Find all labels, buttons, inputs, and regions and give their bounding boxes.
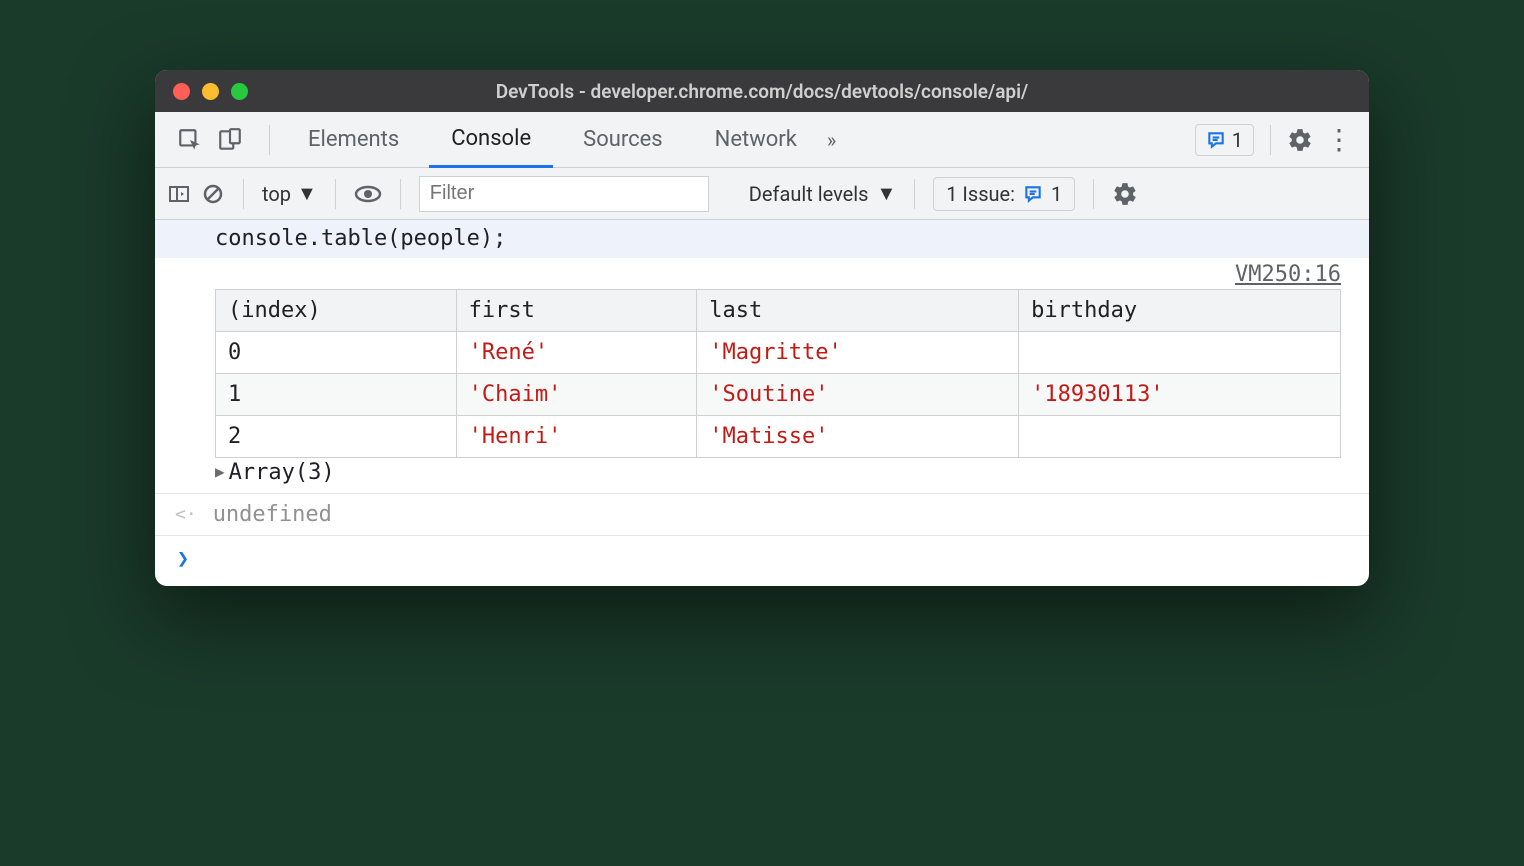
col-birthday[interactable]: birthday bbox=[1019, 290, 1341, 332]
col-first[interactable]: first bbox=[456, 290, 697, 332]
clear-console-icon[interactable] bbox=[201, 182, 225, 206]
log-levels-select[interactable]: Default levels ▼ bbox=[749, 181, 896, 206]
cell-last: 'Matisse' bbox=[697, 416, 1019, 458]
filter-input[interactable] bbox=[419, 176, 709, 212]
context-label: top bbox=[262, 182, 291, 206]
issue-label: 1 Issue: bbox=[946, 182, 1015, 206]
titlebar: DevTools - developer.chrome.com/docs/dev… bbox=[155, 70, 1369, 112]
toggle-sidebar-icon[interactable] bbox=[167, 182, 191, 206]
issue-count: 1 bbox=[1051, 182, 1062, 206]
kebab-menu-icon[interactable]: ⋮ bbox=[1321, 123, 1357, 156]
cell-index: 2 bbox=[216, 416, 457, 458]
source-link[interactable]: VM250:16 bbox=[155, 258, 1369, 287]
tab-network[interactable]: Network bbox=[693, 112, 819, 168]
col-last[interactable]: last bbox=[697, 290, 1019, 332]
array-label: Array(3) bbox=[229, 460, 335, 485]
inspect-element-icon[interactable] bbox=[177, 127, 203, 153]
expand-array[interactable]: ▶Array(3) bbox=[155, 458, 1369, 494]
cell-last: 'Magritte' bbox=[697, 332, 1019, 374]
cell-birthday: '18930113' bbox=[1019, 374, 1341, 416]
traffic-lights bbox=[173, 83, 248, 100]
settings-icon[interactable] bbox=[1287, 127, 1313, 153]
separator bbox=[400, 179, 401, 209]
console-prompt[interactable]: ❯ bbox=[155, 536, 1369, 586]
console-settings-icon[interactable] bbox=[1112, 181, 1138, 207]
separator bbox=[243, 179, 244, 209]
zoom-window-button[interactable] bbox=[231, 83, 248, 100]
chevron-down-icon: ▼ bbox=[876, 181, 896, 206]
more-tabs-icon[interactable]: » bbox=[827, 128, 836, 152]
tab-elements[interactable]: Elements bbox=[286, 112, 421, 168]
devtools-window: DevTools - developer.chrome.com/docs/dev… bbox=[155, 70, 1369, 586]
cell-last: 'Soutine' bbox=[697, 374, 1019, 416]
separator bbox=[269, 125, 270, 155]
messages-count: 1 bbox=[1232, 128, 1243, 152]
levels-label: Default levels bbox=[749, 182, 869, 206]
return-line: <· undefined bbox=[155, 494, 1369, 536]
table-row[interactable]: 1 'Chaim' 'Soutine' '18930113' bbox=[216, 374, 1341, 416]
close-window-button[interactable] bbox=[173, 83, 190, 100]
separator bbox=[1093, 179, 1094, 209]
separator bbox=[914, 179, 915, 209]
issues-pill[interactable]: 1 Issue: 1 bbox=[933, 177, 1075, 211]
toggle-device-icon[interactable] bbox=[217, 127, 243, 153]
console-filterbar: top ▼ Default levels ▼ 1 Issue: 1 bbox=[155, 168, 1369, 220]
tab-console[interactable]: Console bbox=[429, 112, 553, 168]
context-select[interactable]: top ▼ bbox=[262, 181, 317, 206]
window-title: DevTools - developer.chrome.com/docs/dev… bbox=[155, 80, 1369, 103]
return-value: undefined bbox=[213, 502, 332, 527]
table-row[interactable]: 2 'Henri' 'Matisse' bbox=[216, 416, 1341, 458]
console-body: console.table(people); VM250:16 (index) … bbox=[155, 220, 1369, 586]
code-input-line: console.table(people); bbox=[155, 220, 1369, 258]
cell-birthday bbox=[1019, 332, 1341, 374]
tab-sources[interactable]: Sources bbox=[561, 112, 685, 168]
cell-first: 'Chaim' bbox=[456, 374, 697, 416]
messages-badge[interactable]: 1 bbox=[1195, 124, 1254, 156]
cell-birthday bbox=[1019, 416, 1341, 458]
main-tabbar: Elements Console Sources Network » 1 ⋮ bbox=[155, 112, 1369, 168]
separator bbox=[1270, 125, 1271, 155]
cell-index: 0 bbox=[216, 332, 457, 374]
triangle-right-icon: ▶ bbox=[215, 462, 225, 481]
cell-first: 'Henri' bbox=[456, 416, 697, 458]
chevron-down-icon: ▼ bbox=[297, 181, 317, 206]
minimize-window-button[interactable] bbox=[202, 83, 219, 100]
return-arrow-icon: <· bbox=[175, 504, 197, 525]
table-row[interactable]: 0 'René' 'Magritte' bbox=[216, 332, 1341, 374]
cell-first: 'René' bbox=[456, 332, 697, 374]
separator bbox=[335, 179, 336, 209]
console-table: (index) first last birthday 0 'René' 'Ma… bbox=[155, 287, 1369, 458]
chevron-right-icon: ❯ bbox=[177, 546, 189, 570]
col-index[interactable]: (index) bbox=[216, 290, 457, 332]
live-expression-icon[interactable] bbox=[354, 184, 382, 204]
table-header-row: (index) first last birthday bbox=[216, 290, 1341, 332]
cell-index: 1 bbox=[216, 374, 457, 416]
